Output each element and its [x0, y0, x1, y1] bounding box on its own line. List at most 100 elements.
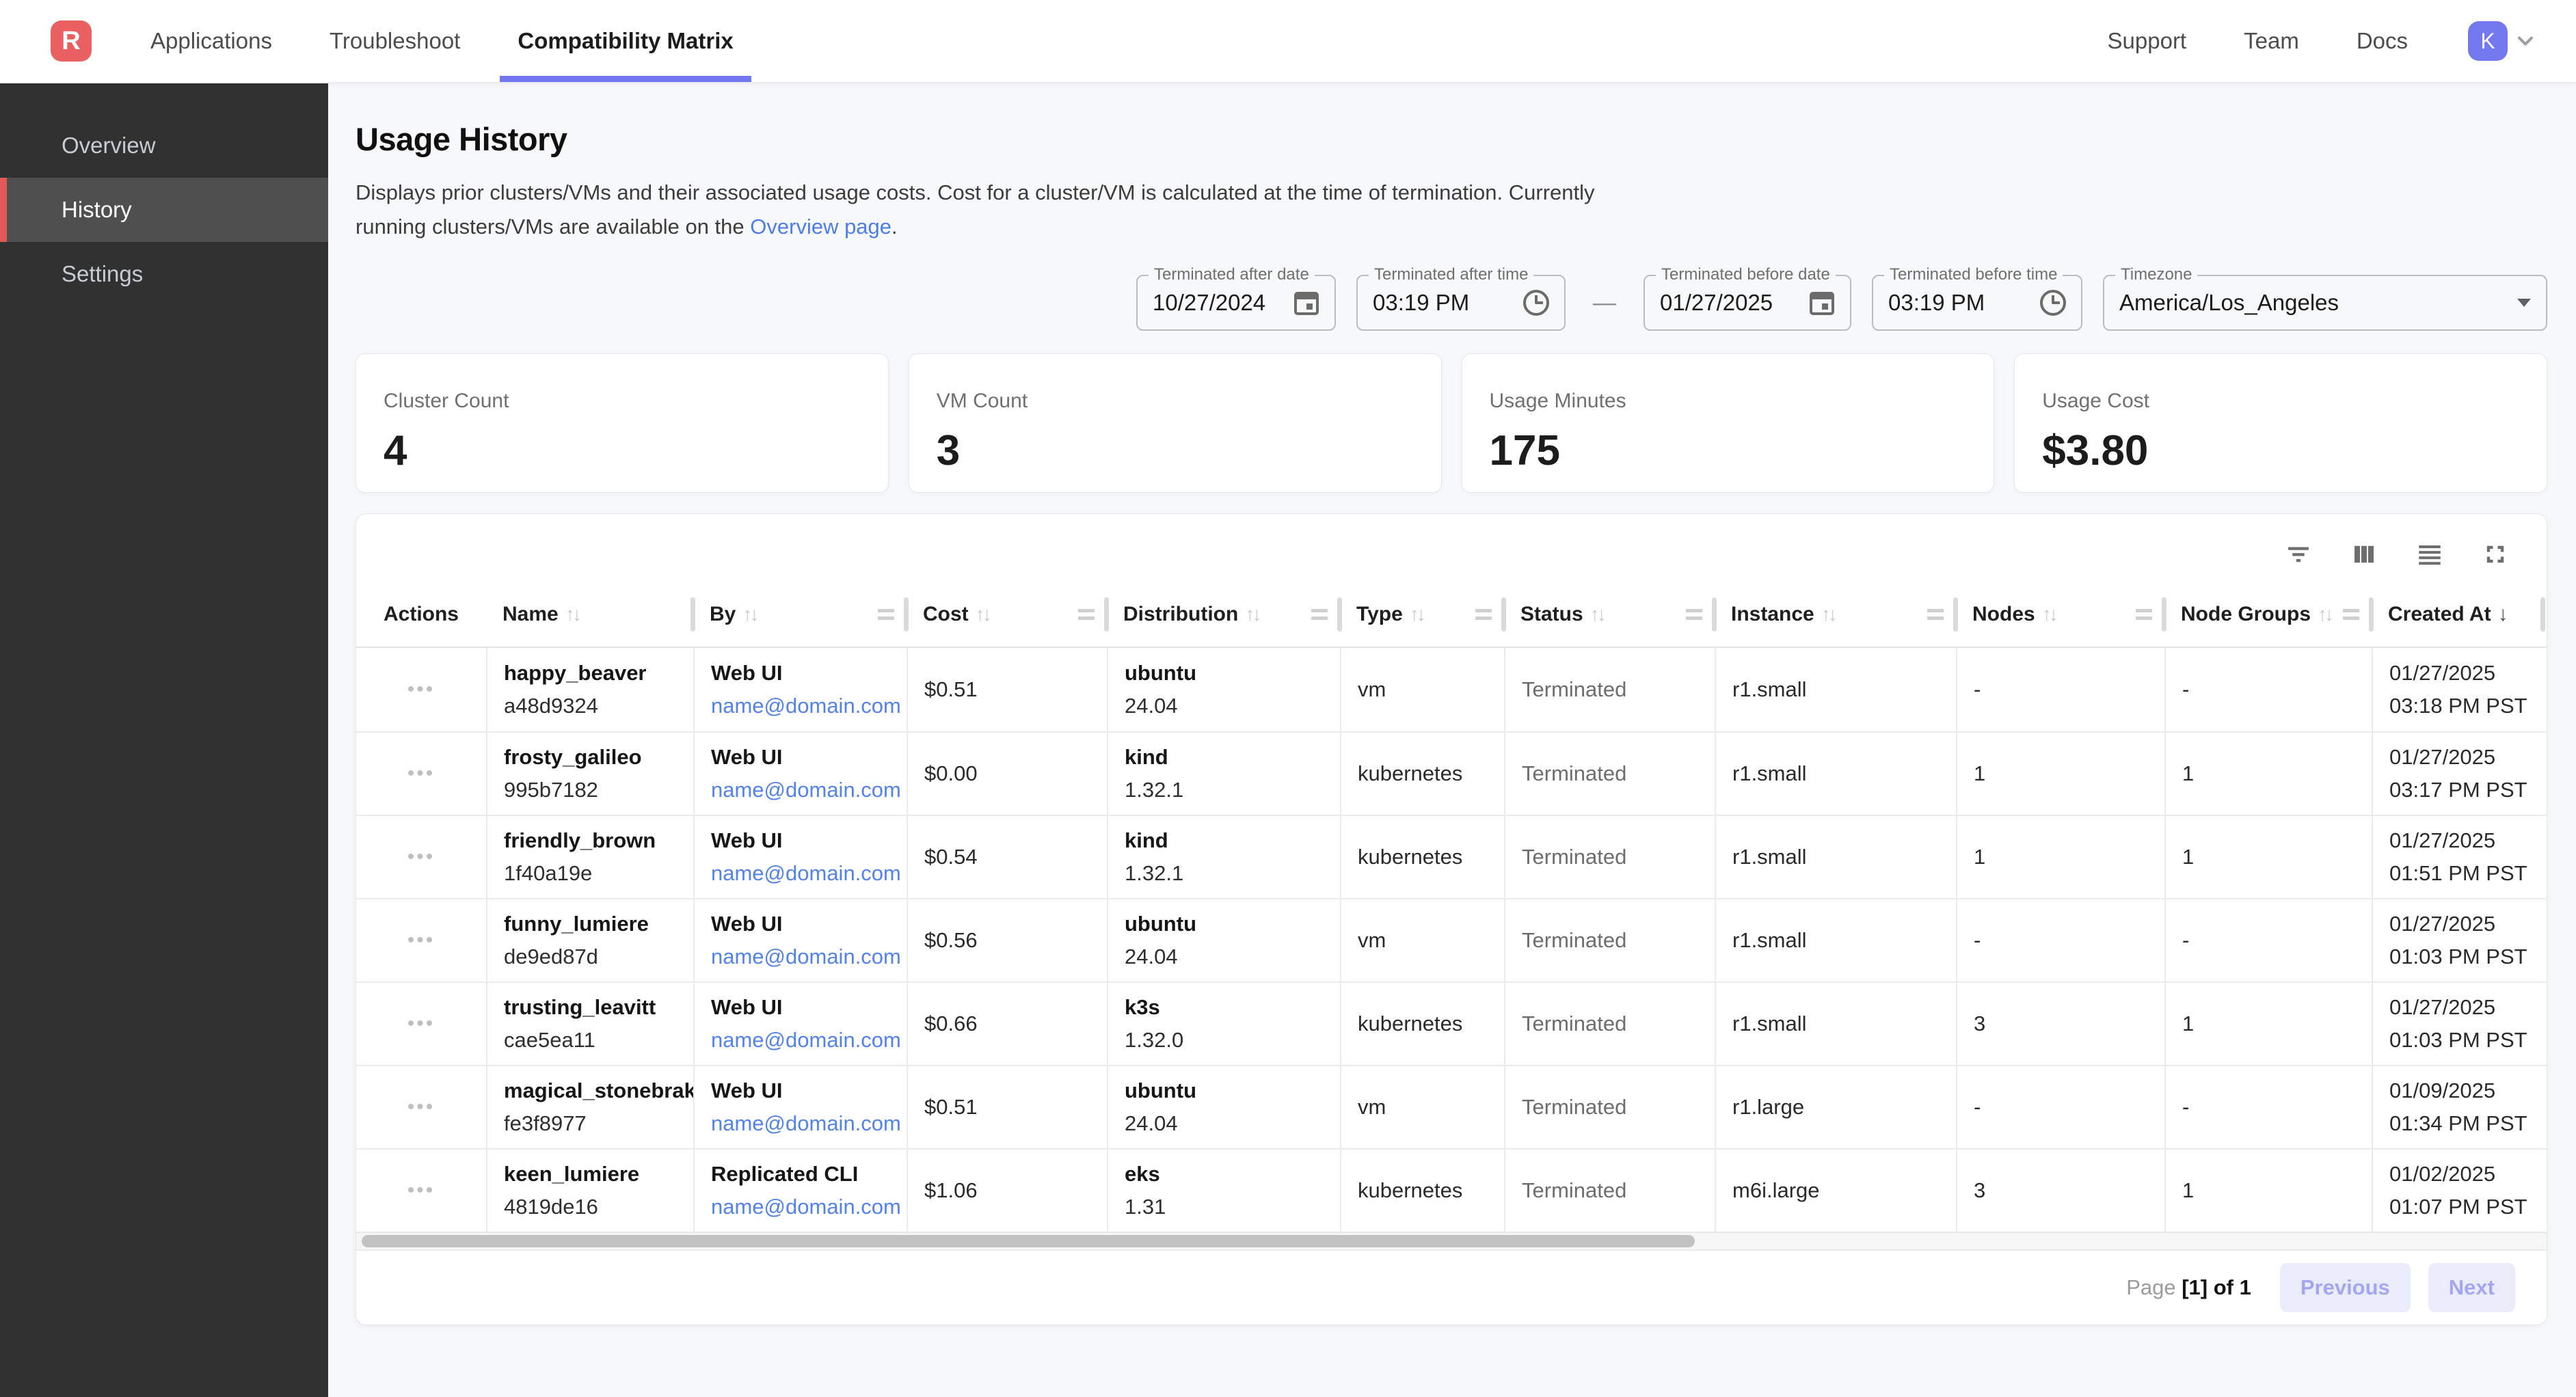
caret-down-icon — [2517, 299, 2531, 307]
column-header-by[interactable]: By↑↓ — [693, 582, 907, 647]
sort-icon[interactable]: ↑↓ — [742, 603, 756, 625]
row-actions-button[interactable]: ••• — [407, 758, 435, 790]
filter-terminated-after-date[interactable]: Terminated after date10/27/2024 — [1136, 275, 1336, 331]
sort-icon[interactable]: ↑↓ — [2318, 603, 2331, 625]
node-groups-cell: - — [2164, 648, 2372, 731]
sidebar-item-history[interactable]: History — [0, 178, 328, 242]
column-header-nodes[interactable]: Nodes↑↓ — [1956, 582, 2164, 647]
density-icon[interactable] — [2415, 540, 2444, 569]
column-resize-handle[interactable] — [1311, 609, 1328, 620]
email-link[interactable]: name@domain.com — [711, 774, 907, 806]
distribution-cell: eks1.31 — [1107, 1150, 1340, 1232]
email-link[interactable]: name@domain.com — [711, 1191, 907, 1223]
column-resize-handle[interactable] — [2136, 609, 2152, 620]
range-dash: — — [1593, 290, 1616, 316]
sort-icon[interactable]: ↑↓ — [976, 603, 989, 625]
row-actions-button[interactable]: ••• — [407, 1008, 435, 1040]
cluster-id: 1f40a19e — [504, 857, 693, 890]
cost-value: $0.54 — [924, 841, 1107, 873]
column-resize-handle[interactable] — [2343, 609, 2359, 620]
overview-page-link[interactable]: Overview page — [750, 215, 891, 239]
sort-icon[interactable]: ↑↓ — [2042, 603, 2056, 625]
sort-icon[interactable]: ↑↓ — [1245, 603, 1259, 625]
node-groups-value: 1 — [2182, 1007, 2372, 1040]
email-link[interactable]: name@domain.com — [711, 857, 907, 890]
fullscreen-icon[interactable] — [2481, 540, 2510, 569]
sidebar-item-settings[interactable]: Settings — [0, 242, 328, 306]
user-menu[interactable]: K — [2468, 21, 2538, 61]
created-at-cell: 01/27/202501:03 PM PST — [2372, 983, 2547, 1065]
column-separator — [2369, 597, 2374, 632]
column-header-distribution[interactable]: Distribution↑↓ — [1107, 582, 1340, 647]
page-info: [1] of 1 — [2182, 1275, 2251, 1299]
cluster-id: fe3f8977 — [504, 1107, 693, 1140]
column-resize-handle[interactable] — [1686, 609, 1702, 620]
column-header-instance[interactable]: Instance ↑↓ — [1715, 582, 1956, 647]
instance-cell: r1.small — [1715, 899, 1956, 981]
email-link[interactable]: name@domain.com — [711, 940, 907, 973]
scrollbar-thumb[interactable] — [362, 1235, 1695, 1247]
created-time: 01:03 PM PST — [2389, 1024, 2547, 1057]
column-header-created-at[interactable]: Created At↓ — [2372, 582, 2547, 647]
row-actions-button[interactable]: ••• — [407, 1091, 435, 1124]
name-cell: friendly_brown1f40a19e — [486, 816, 693, 898]
avatar[interactable]: K — [2468, 21, 2508, 61]
nav-link-docs[interactable]: Docs — [2357, 28, 2408, 54]
column-header-node-groups[interactable]: Node Groups↑↓ — [2164, 582, 2372, 647]
nav-link-support[interactable]: Support — [2108, 28, 2187, 54]
filter-label: Terminated before time — [1884, 265, 2063, 284]
status-badge: Terminated — [1522, 1007, 1715, 1040]
sidebar-item-overview[interactable]: Overview — [0, 113, 328, 178]
sort-icon[interactable]: ↑↓ — [565, 603, 579, 625]
nav-item-troubleshoot[interactable]: Troubleshoot — [330, 0, 460, 82]
row-actions-button[interactable]: ••• — [407, 1175, 435, 1207]
created-by: Web UI — [711, 741, 907, 774]
column-resize-handle[interactable] — [1078, 609, 1095, 620]
row-actions-button[interactable]: ••• — [407, 925, 435, 957]
cost-value: $0.51 — [924, 673, 1107, 706]
row-actions-button[interactable]: ••• — [407, 841, 435, 873]
next-button[interactable]: Next — [2428, 1263, 2515, 1312]
nav-link-team[interactable]: Team — [2244, 28, 2299, 54]
sort-desc-icon[interactable]: ↓ — [2498, 603, 2508, 626]
type-cell: kubernetes — [1340, 733, 1504, 815]
row-actions-button[interactable]: ••• — [407, 674, 435, 706]
column-header-cost[interactable]: Cost↑↓ — [907, 582, 1107, 647]
previous-button[interactable]: Previous — [2280, 1263, 2411, 1312]
cost-value: $0.66 — [924, 1007, 1107, 1040]
email-link[interactable]: name@domain.com — [711, 1107, 907, 1140]
created-date: 01/27/2025 — [2389, 991, 2547, 1024]
email-link[interactable]: name@domain.com — [711, 690, 907, 722]
cost-cell: $1.06 — [907, 1150, 1107, 1232]
filter-label: Timezone — [2115, 265, 2197, 284]
node-groups-value: 1 — [2182, 841, 2372, 873]
filter-terminated-before-time[interactable]: Terminated before time03:19 PM — [1872, 275, 2082, 331]
sort-icon[interactable]: ↑↓ — [1821, 603, 1835, 625]
column-header-name[interactable]: Name↑↓ — [486, 582, 693, 647]
column-label: Instance — [1731, 603, 1814, 626]
column-separator — [904, 597, 909, 632]
chevron-down-icon[interactable] — [2513, 29, 2538, 53]
node-groups-value: 1 — [2182, 1174, 2372, 1207]
sort-icon[interactable]: ↑↓ — [1590, 603, 1604, 625]
columns-icon[interactable] — [2350, 540, 2378, 569]
email-link[interactable]: name@domain.com — [711, 1024, 907, 1057]
filter-icon[interactable] — [2284, 540, 2313, 569]
created-at-cell: 01/27/202501:51 PM PST — [2372, 816, 2547, 898]
sort-icon[interactable]: ↑↓ — [1410, 603, 1423, 625]
distribution-name: k3s — [1125, 991, 1340, 1024]
filter-timezone[interactable]: TimezoneAmerica/Los_Angeles — [2103, 275, 2547, 331]
nav-item-compatibility-matrix[interactable]: Compatibility Matrix — [518, 0, 733, 82]
nav-item-applications[interactable]: Applications — [150, 0, 272, 82]
column-resize-handle[interactable] — [1475, 609, 1492, 620]
actions-cell: ••• — [356, 733, 486, 815]
filter-terminated-after-time[interactable]: Terminated after time03:19 PM — [1356, 275, 1566, 331]
column-header-type[interactable]: Type↑↓ — [1340, 582, 1504, 647]
column-resize-handle[interactable] — [1927, 609, 1944, 620]
filter-terminated-before-date[interactable]: Terminated before date01/27/2025 — [1643, 275, 1851, 331]
column-header-status[interactable]: Status↑↓ — [1504, 582, 1715, 647]
horizontal-scrollbar[interactable] — [356, 1232, 2547, 1249]
brand-logo[interactable]: R — [51, 21, 92, 62]
column-separator — [1712, 597, 1717, 632]
column-resize-handle[interactable] — [878, 609, 894, 620]
